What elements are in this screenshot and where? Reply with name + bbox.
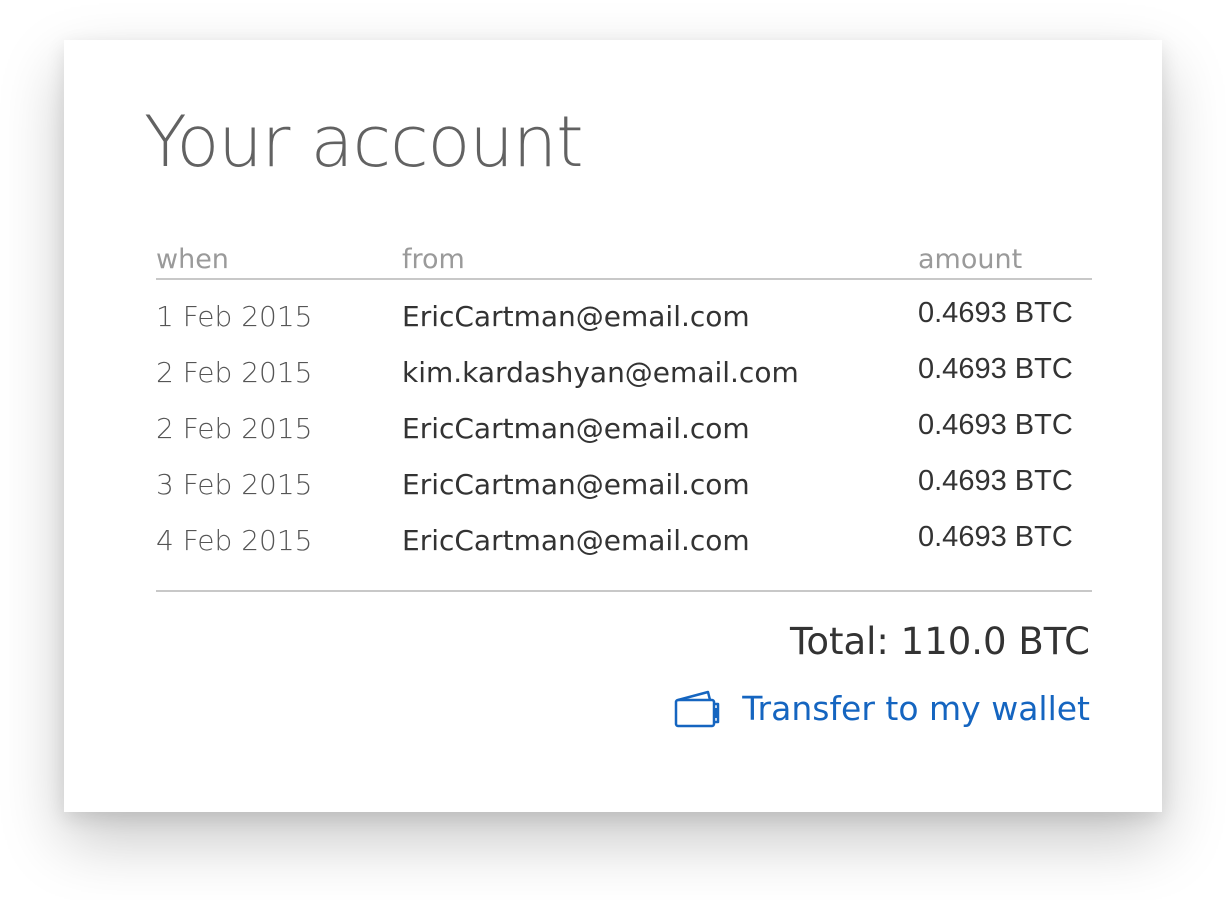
account-card: Your account when from amount 1 Feb 2015… [64, 40, 1162, 812]
transfer-to-wallet-link[interactable]: Transfer to my wallet [674, 688, 1090, 728]
total-amount: Total: 110.0 BTC [790, 620, 1090, 663]
table-divider [156, 590, 1092, 592]
table-row: 2 Feb 2015 kim.kardashyan@email.com 0.46… [156, 353, 1092, 412]
row-sender: EricCartman@email.com [402, 300, 750, 333]
row-sender: EricCartman@email.com [402, 524, 750, 557]
row-sender: kim.kardashyan@email.com [402, 356, 799, 389]
wallet-icon [674, 688, 722, 728]
header-from: from [402, 244, 465, 275]
row-date: 2 Feb 2015 [156, 356, 313, 389]
table-header: when from amount [156, 240, 1092, 280]
row-amount: 0.4693 BTC [918, 353, 1073, 385]
transactions-table: when from amount 1 Feb 2015 EricCartman@… [156, 240, 1092, 580]
transfer-label: Transfer to my wallet [742, 688, 1090, 728]
table-row: 1 Feb 2015 EricCartman@email.com 0.4693 … [156, 297, 1092, 356]
row-date: 2 Feb 2015 [156, 412, 313, 445]
table-row: 3 Feb 2015 EricCartman@email.com 0.4693 … [156, 465, 1092, 524]
row-sender: EricCartman@email.com [402, 468, 750, 501]
row-amount: 0.4693 BTC [918, 409, 1073, 441]
header-when: when [156, 244, 229, 275]
table-body: 1 Feb 2015 EricCartman@email.com 0.4693 … [156, 280, 1092, 580]
table-row: 2 Feb 2015 EricCartman@email.com 0.4693 … [156, 409, 1092, 468]
row-amount: 0.4693 BTC [918, 297, 1073, 329]
row-date: 1 Feb 2015 [156, 300, 313, 333]
row-date: 3 Feb 2015 [156, 468, 313, 501]
row-sender: EricCartman@email.com [402, 412, 750, 445]
row-amount: 0.4693 BTC [918, 465, 1073, 497]
page-title: Your account [144, 101, 584, 183]
row-amount: 0.4693 BTC [918, 521, 1073, 553]
table-row: 4 Feb 2015 EricCartman@email.com 0.4693 … [156, 521, 1092, 580]
row-date: 4 Feb 2015 [156, 524, 313, 557]
header-amount: amount [918, 244, 1023, 275]
